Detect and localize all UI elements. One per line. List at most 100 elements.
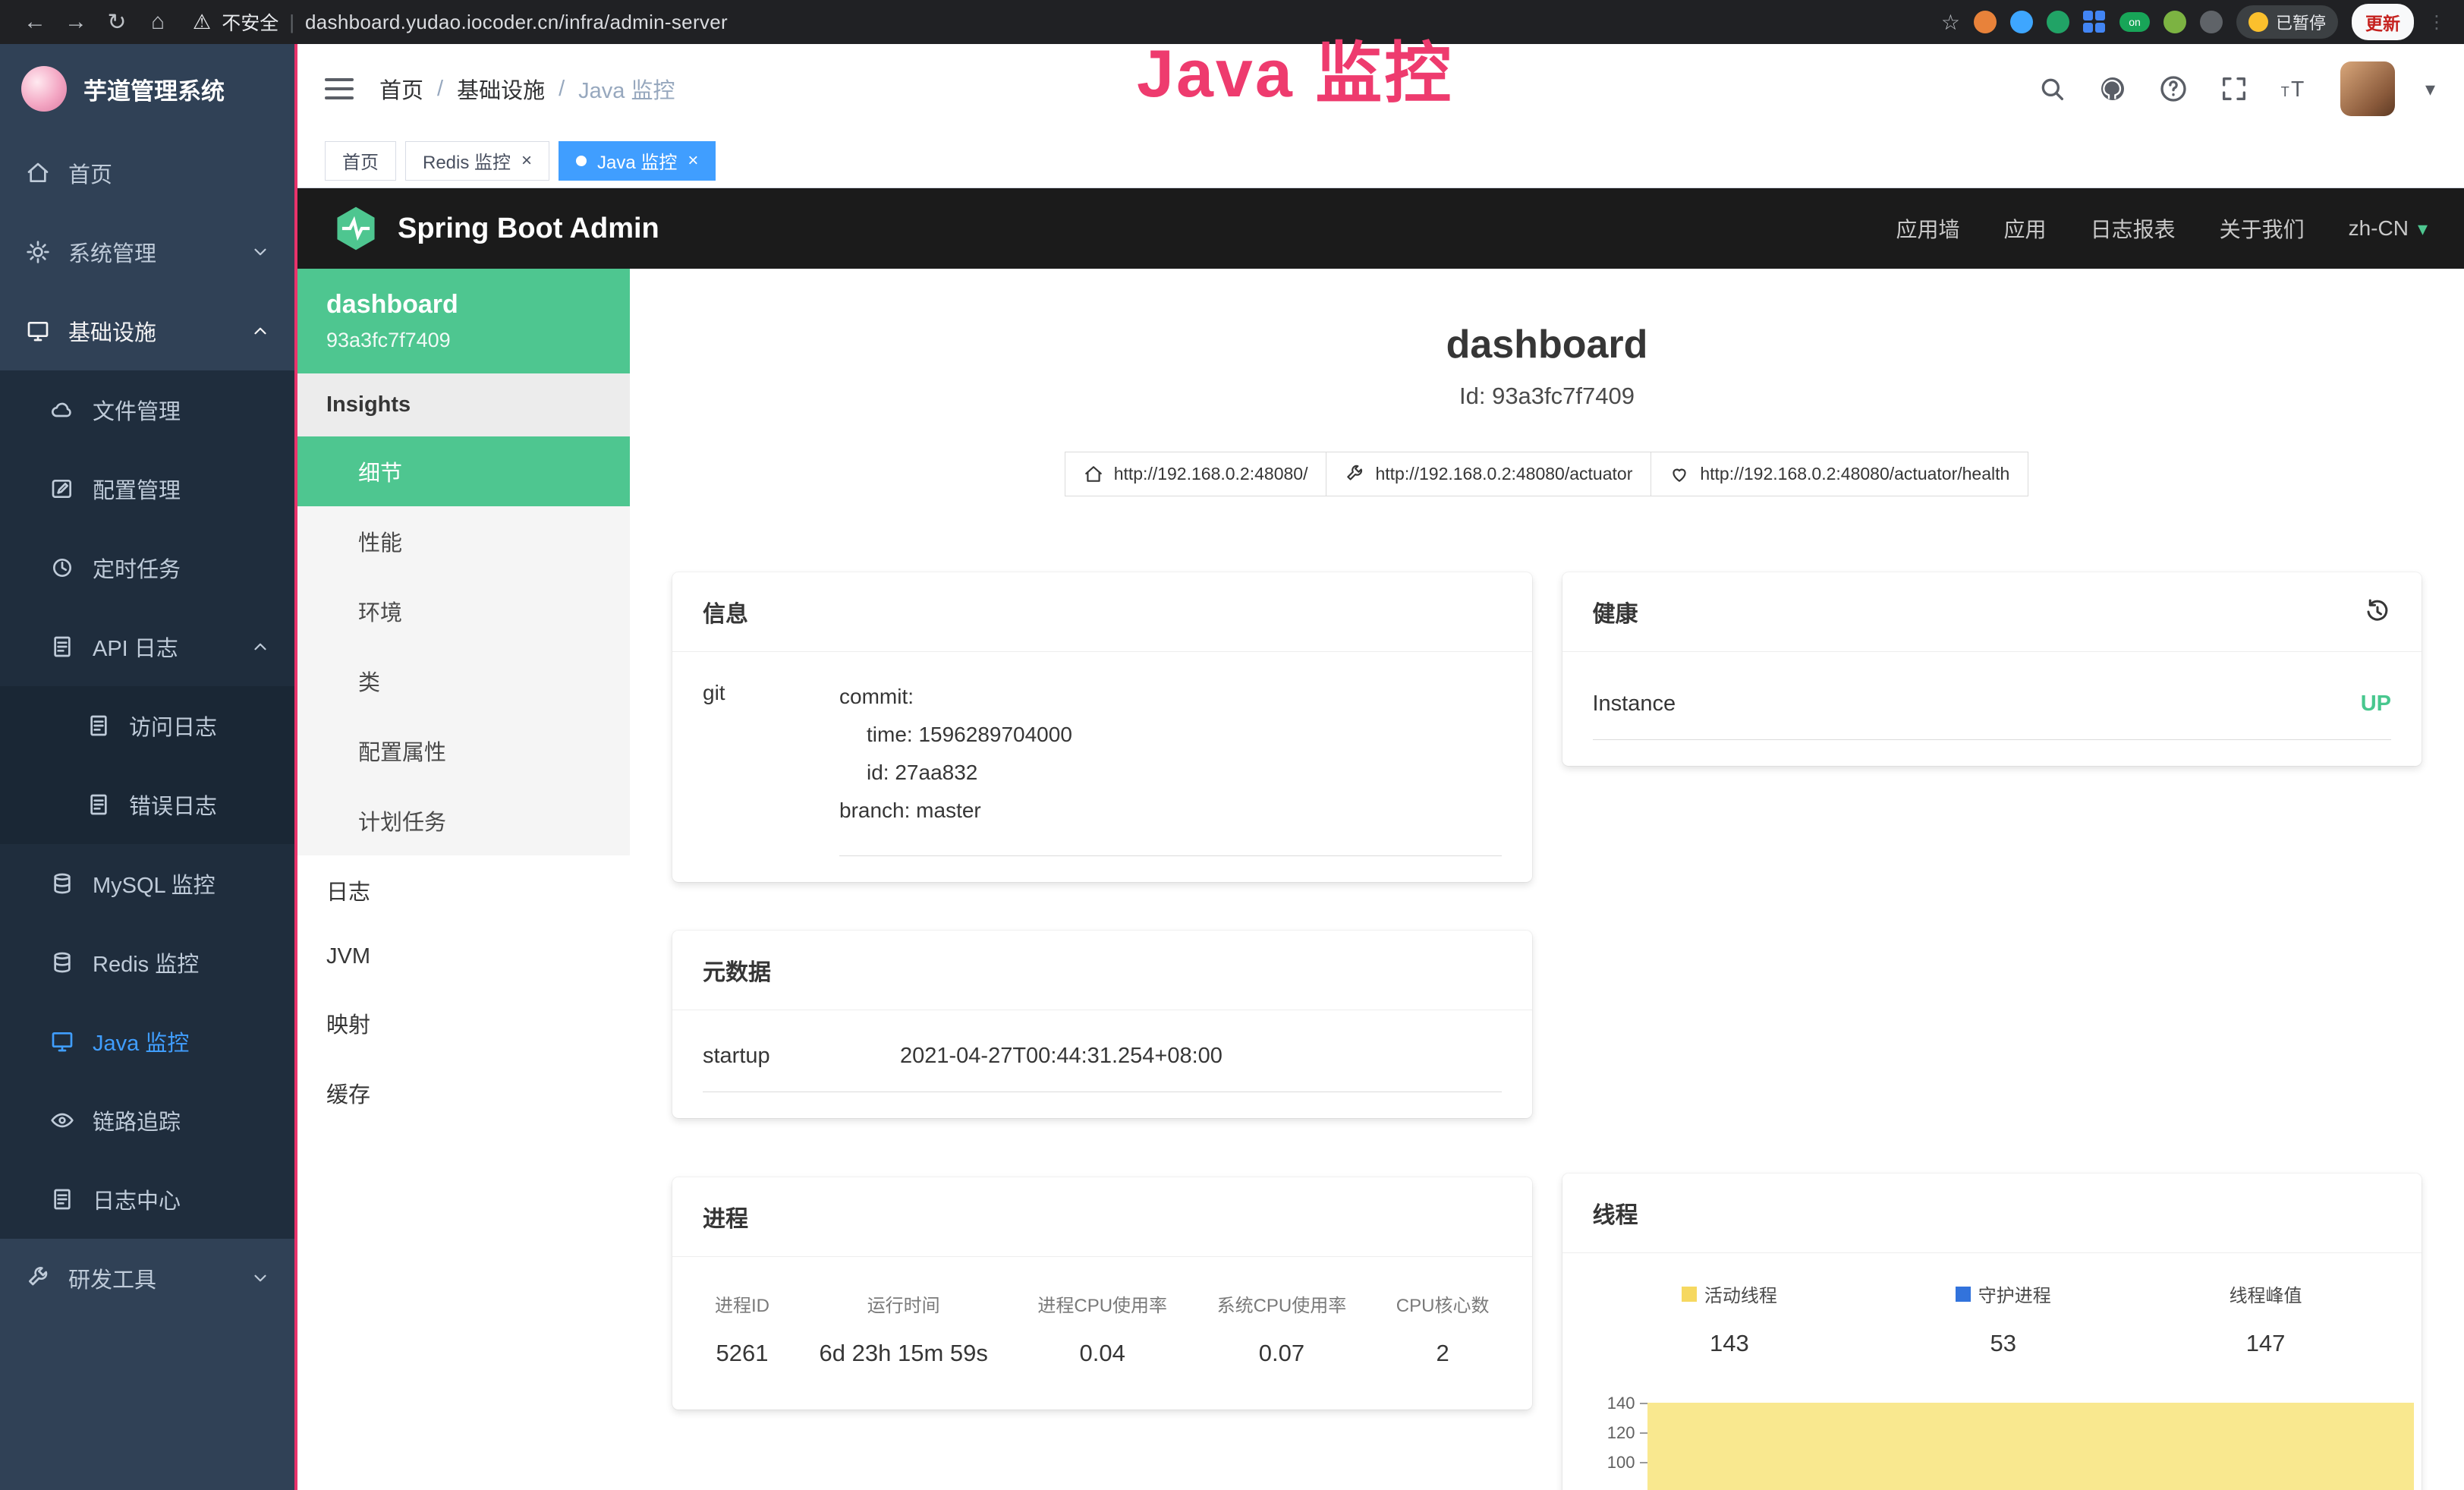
extension-icon-green[interactable] <box>2047 11 2069 33</box>
sidebar-item-label: Redis 监控 <box>93 947 270 978</box>
health-row-instance[interactable]: Instance UP <box>1593 678 2392 740</box>
sba-item-details[interactable]: 细节 <box>296 436 630 506</box>
process-col-value: 0.04 <box>1037 1340 1167 1367</box>
extension-icon-switch[interactable]: on <box>2119 12 2150 32</box>
sba-item-classes[interactable]: 类 <box>296 646 630 716</box>
extension-icon-grid[interactable] <box>2083 11 2106 33</box>
sba-item-scheduled[interactable]: 计划任务 <box>296 786 630 855</box>
sba-instance-id: 93a3fc7f7409 <box>326 329 599 352</box>
sidebar-item-file-mgmt[interactable]: 文件管理 <box>0 370 296 449</box>
info-line-time: time: 1596289704000 <box>839 716 1502 754</box>
instance-title: dashboard <box>672 322 2422 367</box>
sba-item-config-props[interactable]: 配置属性 <box>296 716 630 786</box>
avatar[interactable] <box>2340 61 2395 116</box>
health-status-badge: UP <box>2361 691 2391 717</box>
sba-brand[interactable]: Spring Boot Admin <box>332 205 659 252</box>
tab-home[interactable]: 首页 <box>325 141 396 181</box>
process-col-system-cpu: 系统CPU使用率 0.07 <box>1217 1290 1347 1367</box>
metadata-card: 元数据 startup 2021-04-27T00:44:31.254+08:0… <box>672 931 1532 1118</box>
sidebar-item-java-monitor[interactable]: Java 监控 <box>0 1002 296 1081</box>
metadata-card-header: 元数据 <box>672 931 1532 1010</box>
chevron-down-icon <box>250 1268 270 1288</box>
sidebar-item-scheduled-tasks[interactable]: 定时任务 <box>0 528 296 607</box>
help-icon[interactable] <box>2158 74 2189 104</box>
sba-instance-header[interactable]: dashboard 93a3fc7f7409 <box>296 269 630 373</box>
address-bar[interactable]: ⚠ 不安全 | dashboard.yudao.iocoder.cn/infra… <box>193 8 728 36</box>
extension-icon-leaf[interactable] <box>2163 11 2186 33</box>
app-logo-row[interactable]: 芋道管理系统 <box>0 44 296 134</box>
paused-badge[interactable]: 已暂停 <box>2236 5 2338 39</box>
history-icon[interactable] <box>2364 598 2391 625</box>
sidebar-item-tracing[interactable]: 链路追踪 <box>0 1081 296 1160</box>
avatar-caret-icon[interactable]: ▾ <box>2425 77 2435 101</box>
yaxis-tick: 120 <box>1607 1423 1647 1443</box>
info-card-body: git commit: time: 1596289704000 id: 27aa… <box>672 652 1532 882</box>
hamburger-icon[interactable] <box>325 78 354 99</box>
health-url-button[interactable]: http://192.168.0.2:48080/actuator/health <box>1651 452 2028 496</box>
actuator-url-button[interactable]: http://192.168.0.2:48080/actuator <box>1326 452 1651 496</box>
sidebar-item-home[interactable]: 首页 <box>0 134 296 213</box>
process-col-value: 5261 <box>715 1340 769 1367</box>
reload-icon[interactable]: ↻ <box>100 9 134 36</box>
sba-item-jvm[interactable]: JVM <box>296 925 630 988</box>
sidebar-item-dev-tools[interactable]: 研发工具 <box>0 1239 296 1318</box>
sidebar-item-redis-monitor[interactable]: Redis 监控 <box>0 923 296 1002</box>
browser-home-icon[interactable]: ⌂ <box>141 9 175 35</box>
sidebar-item-error-logs[interactable]: 错误日志 <box>0 765 296 844</box>
browser-toolbar-right: ☆ on 已暂停 更新 ⋮ <box>1941 4 2446 40</box>
tab-java-monitor[interactable]: Java 监控 × <box>559 141 716 181</box>
sba-nav-applications[interactable]: 应用 <box>2004 213 2047 244</box>
update-button[interactable]: 更新 <box>2352 4 2414 40</box>
sidebar-item-label: MySQL 监控 <box>93 868 270 899</box>
url-text[interactable]: dashboard.yudao.iocoder.cn/infra/admin-s… <box>305 11 728 34</box>
sba-item-environment[interactable]: 环境 <box>296 576 630 646</box>
sidebar-item-config-mgmt[interactable]: 配置管理 <box>0 449 296 528</box>
legend-label: 线程峰值 <box>2230 1281 2302 1307</box>
search-icon[interactable] <box>2037 74 2067 104</box>
sba-item-metrics[interactable]: 性能 <box>296 506 630 576</box>
breadcrumb-infrastructure[interactable]: 基础设施 <box>457 73 545 105</box>
forward-icon[interactable]: → <box>59 9 93 35</box>
service-url-button[interactable]: http://192.168.0.2:48080/ <box>1065 452 1327 496</box>
sba-nav-journal[interactable]: 日志报表 <box>2091 213 2176 244</box>
bookmark-star-icon[interactable]: ☆ <box>1941 10 1960 35</box>
app-title: 芋道管理系统 <box>83 72 225 106</box>
browser-menu-icon[interactable]: ⋮ <box>2428 11 2446 33</box>
sba-item-mappings[interactable]: 映射 <box>296 988 630 1058</box>
content-column: 首页 / 基础设施 / Java 监控 TT ▾ <box>296 44 2464 1490</box>
github-icon[interactable] <box>2097 74 2128 104</box>
java-monitor-icon <box>50 1029 74 1054</box>
cards-right-column: 健康 Instance UP <box>1562 572 2422 1490</box>
tab-redis-monitor[interactable]: Redis 监控 × <box>405 141 549 181</box>
tab-close-icon[interactable]: × <box>688 152 698 170</box>
sba-item-caches[interactable]: 缓存 <box>296 1058 630 1128</box>
font-size-icon[interactable]: TT <box>2280 74 2310 104</box>
tab-close-icon[interactable]: × <box>521 152 532 170</box>
database-icon <box>50 871 74 896</box>
process-col-label: 进程ID <box>715 1290 769 1317</box>
sba-nav-wallboard[interactable]: 应用墙 <box>1896 213 1960 244</box>
tab-bar: 首页 Redis 监控 × Java 监控 × <box>296 134 2464 188</box>
process-col-label: 进程CPU使用率 <box>1037 1290 1167 1317</box>
process-col-value: 2 <box>1396 1340 1490 1367</box>
sba-nav-about[interactable]: 关于我们 <box>2220 213 2305 244</box>
wrench-icon <box>1345 465 1364 484</box>
extension-icon-orange[interactable] <box>1974 11 1997 33</box>
sba-item-logs[interactable]: 日志 <box>296 855 630 925</box>
sidebar-item-access-logs[interactable]: 访问日志 <box>0 686 296 765</box>
sidebar-item-infrastructure[interactable]: 基础设施 <box>0 291 296 370</box>
sidebar-item-label: 配置管理 <box>93 473 270 505</box>
process-col-process-cpu: 进程CPU使用率 0.04 <box>1037 1290 1167 1367</box>
sidebar-item-api-logs[interactable]: API 日志 <box>0 607 296 686</box>
back-icon[interactable]: ← <box>18 9 52 35</box>
fullscreen-icon[interactable] <box>2219 74 2249 104</box>
sba-language-select[interactable]: zh-CN ▾ <box>2349 216 2428 241</box>
breadcrumb-home[interactable]: 首页 <box>379 73 423 105</box>
cards-grid: 信息 git commit: time: 1596289704000 id: 2 <box>672 572 2422 1490</box>
extension-icon-puzzle[interactable] <box>2200 11 2223 33</box>
sidebar-item-log-center[interactable]: 日志中心 <box>0 1160 296 1239</box>
extension-icon-drop[interactable] <box>2010 11 2033 33</box>
sidebar-item-system-mgmt[interactable]: 系统管理 <box>0 213 296 291</box>
sidebar-item-mysql-monitor[interactable]: MySQL 监控 <box>0 844 296 923</box>
sidebar-item-label: 研发工具 <box>68 1262 232 1294</box>
